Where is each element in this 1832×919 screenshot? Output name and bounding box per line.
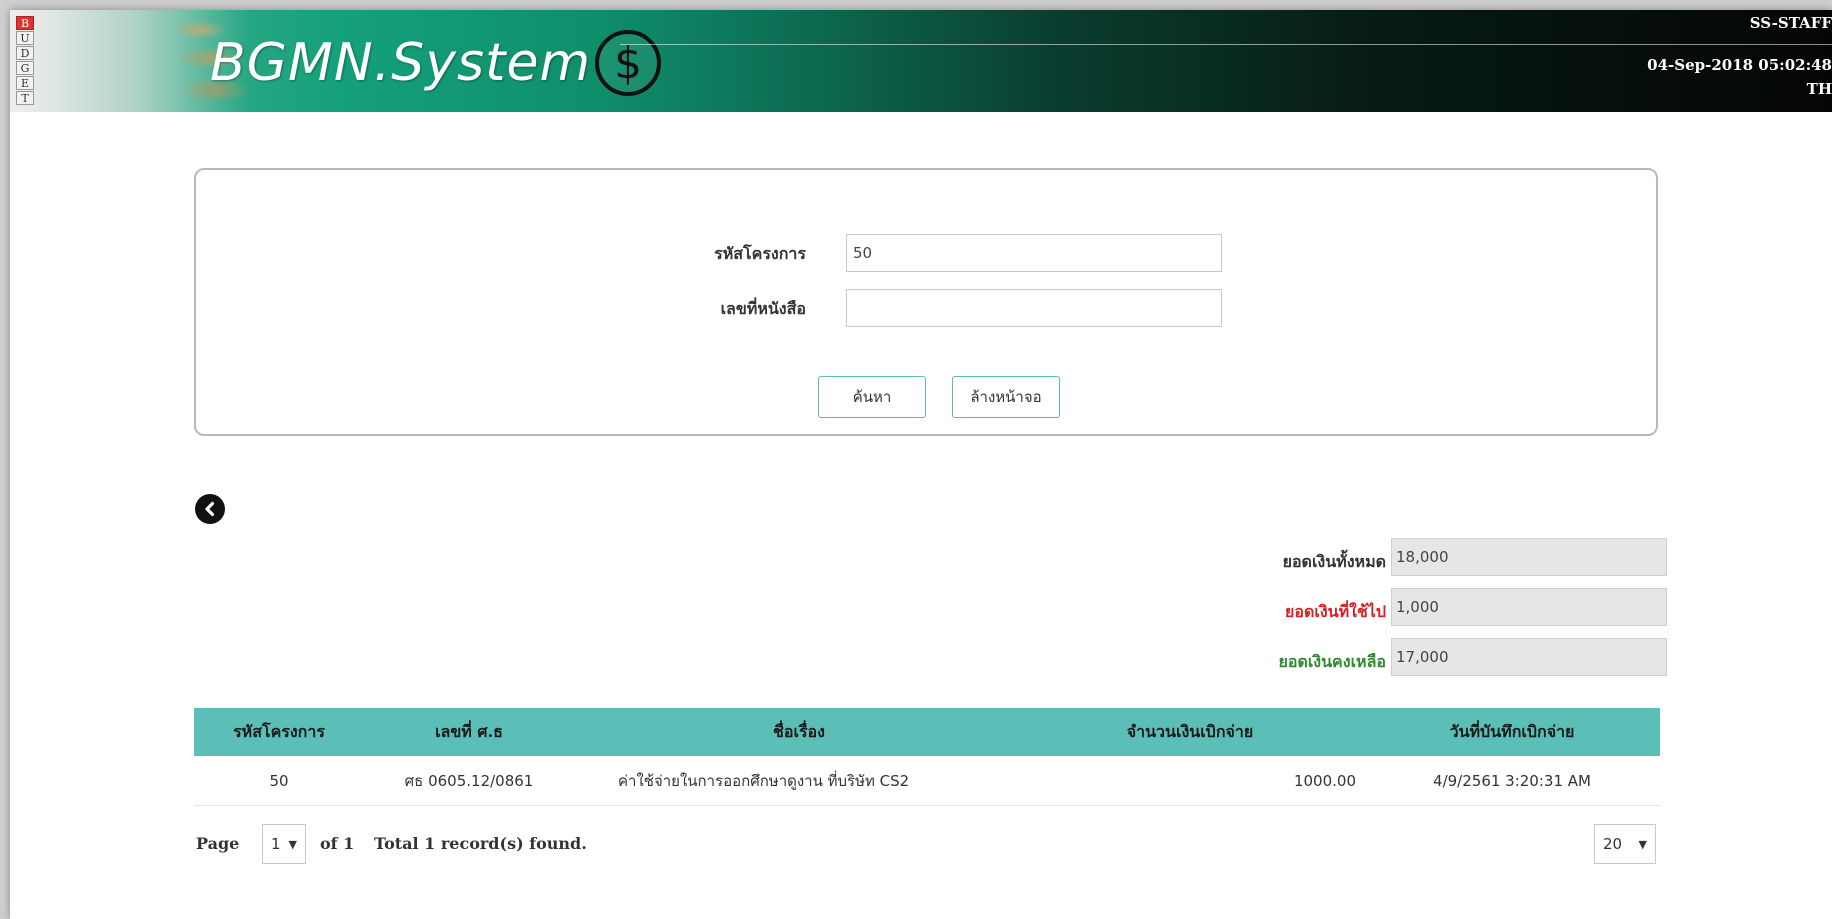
used-amount-label: ยอดเงินที่ใช้ไป: [1284, 602, 1386, 621]
browser-window: B U D G E T BGMN.System $ SS-STAFF 04-Se…: [10, 10, 1832, 919]
cell-document-no: ศธ 0605.12/0861: [404, 771, 534, 790]
disbursement-table: รหัสโครงการ เลขที่ ศ.ธ ชื่อเรื่อง จำนวนเ…: [194, 708, 1660, 806]
pager-of-label: of 1: [320, 834, 355, 853]
clear-button[interactable]: ล้างหน้าจอ: [952, 376, 1060, 418]
remaining-amount-value: 17,000: [1391, 638, 1667, 676]
project-code-label: รหัสโครงการ: [714, 244, 806, 263]
project-code-input[interactable]: [846, 234, 1222, 272]
pager-page-label: Page: [196, 834, 240, 853]
language-switch[interactable]: TH: [1807, 80, 1832, 98]
used-amount-value: 1,000: [1391, 588, 1667, 626]
current-datetime: 04-Sep-2018 05:02:48: [1647, 56, 1832, 74]
column-header[interactable]: ชื่อเรื่อง: [574, 720, 1024, 745]
column-header[interactable]: รหัสโครงการ: [194, 720, 364, 745]
budget-tag-letter: D: [16, 46, 34, 60]
column-header[interactable]: วันที่บันทึกเบิกจ่าย: [1364, 720, 1660, 745]
table-row[interactable]: 50 ศธ 0605.12/0861 ค่าใช้จ่ายในการออกศึก…: [194, 756, 1660, 806]
letter-no-label: เลขที่หนังสือ: [720, 299, 806, 318]
remaining-amount-label: ยอดเงินคงเหลือ: [1278, 652, 1386, 671]
cell-record-date: 4/9/2561 3:20:31 AM: [1433, 771, 1591, 790]
budget-tag-letter: G: [16, 61, 34, 75]
page-size-value: 20: [1603, 835, 1623, 853]
cell-subject: ค่าใช้จ่ายในการออกศึกษาดูงาน ที่บริษัท C…: [618, 771, 910, 790]
page-select-value: 1: [271, 835, 281, 853]
letter-no-input[interactable]: [846, 289, 1222, 327]
budget-tag-letter: B: [16, 16, 34, 30]
total-amount-value: 18,000: [1391, 538, 1667, 576]
brand-logo: BGMN.System $: [210, 28, 662, 98]
budget-tag-letter: E: [16, 76, 34, 90]
dollar-icon: $: [595, 30, 662, 96]
pager-total-text: Total 1 record(s) found.: [374, 834, 587, 853]
total-amount-label: ยอดเงินทั้งหมด: [1282, 552, 1386, 571]
current-user: SS-STAFF: [1749, 14, 1832, 32]
column-header[interactable]: จำนวนเงินเบิกจ่าย: [1024, 720, 1364, 745]
budget-tag-letter: T: [16, 91, 34, 105]
caret-down-icon: ▼: [288, 837, 297, 851]
page-select[interactable]: 1 ▼: [262, 824, 306, 864]
cell-amount: 1000.00: [1293, 771, 1356, 790]
pager: Page 1 ▼ of 1 Total 1 record(s) found. 2…: [194, 824, 1660, 866]
search-button[interactable]: ค้นหา: [818, 376, 926, 418]
banner-divider: [620, 44, 1832, 45]
page-size-select[interactable]: 20 ▼: [1594, 824, 1656, 864]
chevron-left-circle-icon[interactable]: [195, 494, 225, 524]
column-header[interactable]: เลขที่ ศ.ธ: [364, 720, 574, 745]
caret-down-icon: ▼: [1638, 837, 1647, 851]
search-panel: รหัสโครงการ เลขที่หนังสือ ค้นหา ล้างหน้า…: [194, 168, 1658, 436]
cell-project-code: 50: [269, 771, 289, 790]
brand-text: BGMN.System: [210, 33, 592, 93]
table-header: รหัสโครงการ เลขที่ ศ.ธ ชื่อเรื่อง จำนวนเ…: [194, 708, 1660, 756]
header-banner: B U D G E T BGMN.System $ SS-STAFF 04-Se…: [10, 10, 1832, 112]
budget-tag: B U D G E T: [14, 16, 36, 108]
budget-tag-letter: U: [16, 31, 34, 45]
